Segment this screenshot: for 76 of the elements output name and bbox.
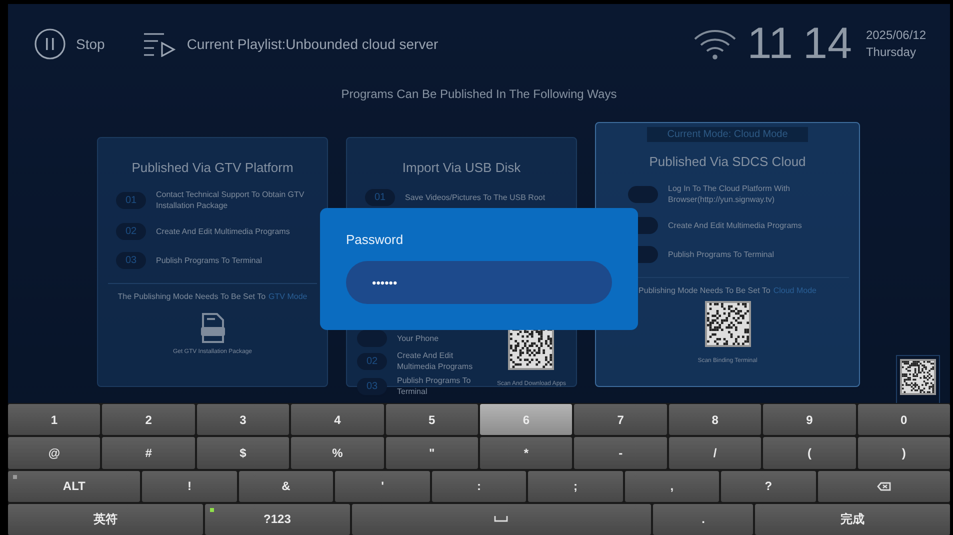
keyboard-key[interactable]: / xyxy=(668,437,762,468)
step-text: Create And Edit Multimedia Programs xyxy=(668,220,802,231)
space-key[interactable] xyxy=(352,504,652,535)
step-text: Log In To The Cloud Platform With Browser(http://yun.signway.tv) xyxy=(668,183,791,205)
keyboard-key[interactable]: 2 xyxy=(102,404,195,436)
qr-code xyxy=(704,301,750,347)
keyboard-key[interactable]: % xyxy=(291,437,384,468)
keyboard-key[interactable]: & xyxy=(238,470,334,502)
step-text: Publish Programs To Terminal xyxy=(397,375,472,397)
keyboard-key[interactable]: 8 xyxy=(668,404,762,436)
keyboard-key[interactable]: ; xyxy=(528,470,623,502)
step-text: Publish Programs To Terminal xyxy=(156,255,262,266)
mode-note: Publishing Mode Needs To Be Set To xyxy=(638,286,770,295)
keyboard-key[interactable]: 3 xyxy=(196,404,290,436)
step-number: 03 xyxy=(357,378,387,394)
keyboard-key[interactable]: $ xyxy=(196,437,290,468)
step-number: 01 xyxy=(365,189,395,206)
keyboard-key[interactable]: * xyxy=(480,437,572,468)
keyboard-key[interactable]: 4 xyxy=(291,404,384,436)
keyboard-key[interactable]: 5 xyxy=(386,404,478,436)
keyboard-key[interactable]: - xyxy=(574,437,667,468)
step-text: Your Phone xyxy=(397,333,439,344)
keyboard-key[interactable]: 9 xyxy=(763,404,856,436)
playlist-label: Current Playlist:Unbounded cloud server xyxy=(186,36,438,52)
mode-badge: Current Mode: Cloud Mode xyxy=(647,127,808,142)
wifi-icon xyxy=(693,28,738,60)
step-text: Publish Programs To Terminal xyxy=(668,249,774,260)
keyboard-key[interactable]: 7 xyxy=(574,404,667,436)
keyboard-key[interactable]: 完成 xyxy=(755,504,950,535)
playlist-icon xyxy=(142,31,177,57)
space-icon xyxy=(494,516,508,522)
keyboard-key[interactable]: : xyxy=(432,470,526,502)
keyboard-key[interactable]: ?123 xyxy=(204,504,350,535)
step-number xyxy=(357,330,387,347)
step-text: Create And Edit Multimedia Programs xyxy=(156,226,290,237)
keyboard-key[interactable]: ) xyxy=(858,437,950,468)
zip-file-icon xyxy=(200,313,226,343)
step-text: Contact Technical Support To Obtain GTV Installation Package xyxy=(156,189,306,211)
mode-note: The Publishing Mode Needs To Be Set To xyxy=(118,292,266,301)
mode-name: Cloud Mode xyxy=(773,286,816,295)
keyboard-key[interactable]: . xyxy=(653,504,754,535)
dialog-title: Password xyxy=(346,232,404,247)
password-field[interactable]: •••••• xyxy=(346,261,612,304)
backspace-icon xyxy=(876,480,891,492)
keyboard-key[interactable]: , xyxy=(624,470,720,502)
card-title: Import Via USB Disk xyxy=(402,160,521,175)
keyboard-key[interactable]: ALT xyxy=(8,470,140,502)
keyboard-key[interactable]: ? xyxy=(721,470,816,502)
qr-code xyxy=(900,359,936,395)
mode-name: GTV Mode xyxy=(268,292,308,301)
card-title: Published Via GTV Platform xyxy=(132,160,294,175)
section-heading: Programs Can Be Published In The Following Ways xyxy=(340,86,618,102)
keyboard-key[interactable]: 1 xyxy=(8,404,100,436)
step-text: Save Videos/Pictures To The USB Root xyxy=(405,192,546,203)
step-number: 03 xyxy=(116,252,146,269)
step-number: 02 xyxy=(116,223,146,240)
weekday: Thursday xyxy=(866,44,917,61)
step-number: 02 xyxy=(357,352,387,370)
step-number: 01 xyxy=(116,192,146,208)
keyboard-key[interactable]: " xyxy=(386,437,478,468)
keyboard-key[interactable]: 0 xyxy=(858,404,950,436)
keyboard-key[interactable]: # xyxy=(102,437,195,468)
keyboard-key[interactable]: ' xyxy=(335,470,430,502)
keyboard-key[interactable]: @ xyxy=(8,437,100,468)
step-text: Create And Edit Multimedia Programs xyxy=(397,350,474,372)
clock-minutes: 14 xyxy=(802,22,852,66)
keyboard-key[interactable]: ( xyxy=(763,437,856,468)
clock-hours: 11 xyxy=(747,22,793,66)
pause-icon xyxy=(34,28,66,60)
keyboard-key[interactable]: ! xyxy=(142,470,237,502)
card-title: Published Via SDCS Cloud xyxy=(649,154,806,169)
keyboard-key[interactable]: 英符 xyxy=(8,504,203,535)
stop-button[interactable]: Stop xyxy=(34,28,105,60)
step-number xyxy=(628,186,658,202)
backspace-key[interactable] xyxy=(818,470,950,502)
date: 2025/06/12 xyxy=(866,27,926,44)
